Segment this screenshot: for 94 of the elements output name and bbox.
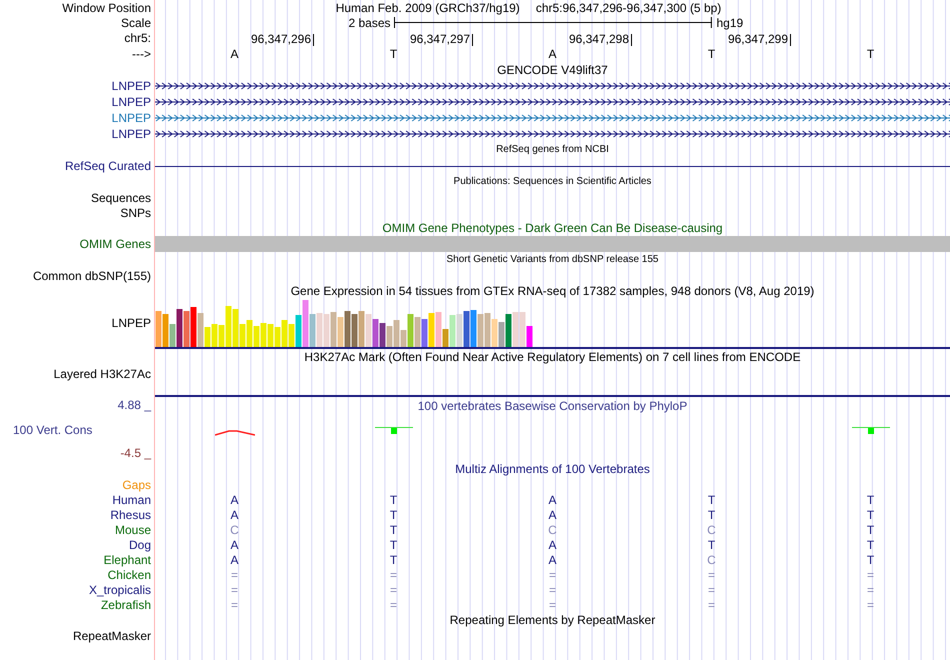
base-letter: C (707, 524, 716, 536)
base-letter: A (230, 48, 238, 60)
track-label: OMIM Genes (80, 238, 151, 250)
scale-assembly: hg19 (716, 16, 744, 30)
base-letter: A (548, 554, 556, 566)
track-label: LNPEP (112, 112, 151, 124)
base-letter: A (548, 538, 556, 550)
conservation-mark-drawing (852, 426, 890, 434)
base-letter: T (708, 494, 716, 506)
ruler-position: 96,347,296 (250, 33, 312, 46)
track-label: Chicken (108, 568, 151, 580)
conservation-arc-drawing (214, 430, 254, 436)
track-label: SNPs (120, 206, 151, 218)
base-letter: T (866, 494, 874, 506)
base-letter: A (548, 508, 556, 520)
track-label: Layered H3K27Ac (54, 368, 151, 380)
base-letter: T (866, 538, 874, 550)
track-label: Elephant (104, 554, 151, 566)
base-letter: C (230, 524, 239, 536)
base-letter: = (548, 568, 556, 580)
track-label: LNPEP (112, 317, 151, 329)
base-letter: T (390, 538, 398, 550)
track-label: Human (112, 494, 151, 506)
base-letter: T (866, 524, 874, 536)
base-letter: = (708, 568, 715, 580)
assembly-title: Human Feb. 2009 (GRCh37/hg19) (336, 2, 520, 14)
base-letter: = (390, 598, 397, 610)
base-letter: = (866, 568, 874, 580)
track-title: Repeating Elements by RepeatMasker (450, 614, 656, 626)
track-label: Mouse (114, 524, 151, 536)
ruler-position: 96,347,298 (568, 33, 630, 46)
base-letter: A (548, 494, 556, 506)
base-letter: T (390, 48, 398, 60)
track-label: Common dbSNP(155) (32, 270, 151, 282)
track-title: H3K27Ac Mark (Often Found Near Active Regulatory Elements) on 7 cell lines from ENCODE (304, 351, 801, 363)
track-title: RefSeq genes from NCBI (496, 145, 609, 155)
track-label: chr5: (124, 32, 151, 44)
conservation-mark-drawing (374, 426, 412, 434)
base-letter: = (230, 598, 238, 610)
base-letter: T (390, 524, 398, 536)
base-letter: T (866, 508, 874, 520)
base-letter: T (866, 48, 874, 60)
ruler-position: 96,347,299 (728, 33, 789, 46)
base-letter: C (548, 524, 557, 536)
ruler-position: 96,347,297 (410, 33, 471, 46)
base-letter: A (230, 538, 238, 550)
base-letter: T (708, 48, 716, 60)
track-label: -4.5 _ (120, 447, 151, 459)
track-label: Window Position (62, 2, 151, 14)
scale-span: 2 bases (348, 16, 390, 28)
base-letter: = (866, 584, 874, 596)
track-title: GENCODE V49lift37 (497, 64, 608, 76)
base-letter: = (230, 568, 238, 580)
track-title: OMIM Gene Phenotypes - Dark Green Can Be Disease-causing (382, 222, 723, 234)
track-title: Gene Expression in 54 tissues from GTEx RNA-seq of 17382 samples, 948 donors (V8, Aug 2019) (290, 285, 814, 297)
track-label: Dog (128, 538, 151, 550)
track-label: Gaps (122, 478, 151, 490)
track-label: X_tropicalis (88, 584, 151, 596)
base-letter: C (707, 554, 716, 566)
base-letter: T (866, 554, 874, 566)
track-label: ---> (132, 48, 151, 60)
track-label: Rhesus (110, 508, 151, 520)
base-letter: A (230, 554, 238, 566)
track-label: 4.88 _ (118, 399, 151, 411)
base-letter: = (866, 598, 874, 610)
track-label: LNPEP (112, 96, 151, 108)
track-label: RepeatMasker (72, 630, 151, 642)
base-letter: A (548, 48, 556, 60)
base-letter: = (390, 584, 397, 596)
track-label: LNPEP (112, 128, 151, 140)
track-label: LNPEP (112, 80, 151, 92)
track-label: RefSeq Curated (64, 160, 151, 172)
base-letter: A (230, 508, 238, 520)
track-title: 100 vertebrates Basewise Conservation by PhyloP (418, 400, 688, 412)
window-position: chr5:96,347,296-96,347,300 (5 bp) (536, 2, 722, 14)
track-title: Multiz Alignments of 100 Vertebrates (455, 463, 650, 475)
track-title: Publications: Sequences in Scientific Articles (454, 177, 652, 187)
base-letter: = (548, 598, 556, 610)
base-letter: A (230, 494, 238, 506)
track-label: Sequences (90, 192, 151, 204)
base-letter: T (708, 538, 716, 550)
track-label: 100 Vert. Cons (13, 424, 92, 436)
base-letter: = (548, 584, 556, 596)
base-letter: T (390, 508, 398, 520)
track-title: Short Genetic Variants from dbSNP release 155 (446, 255, 658, 265)
base-letter: = (708, 598, 715, 610)
base-letter: = (708, 584, 715, 596)
base-letter: T (390, 494, 398, 506)
track-label: Zebrafish (100, 598, 151, 610)
track-label: Scale (120, 16, 151, 28)
base-letter: T (390, 554, 398, 566)
base-letter: = (230, 584, 238, 596)
base-letter: T (708, 508, 716, 520)
base-letter: = (390, 568, 397, 580)
